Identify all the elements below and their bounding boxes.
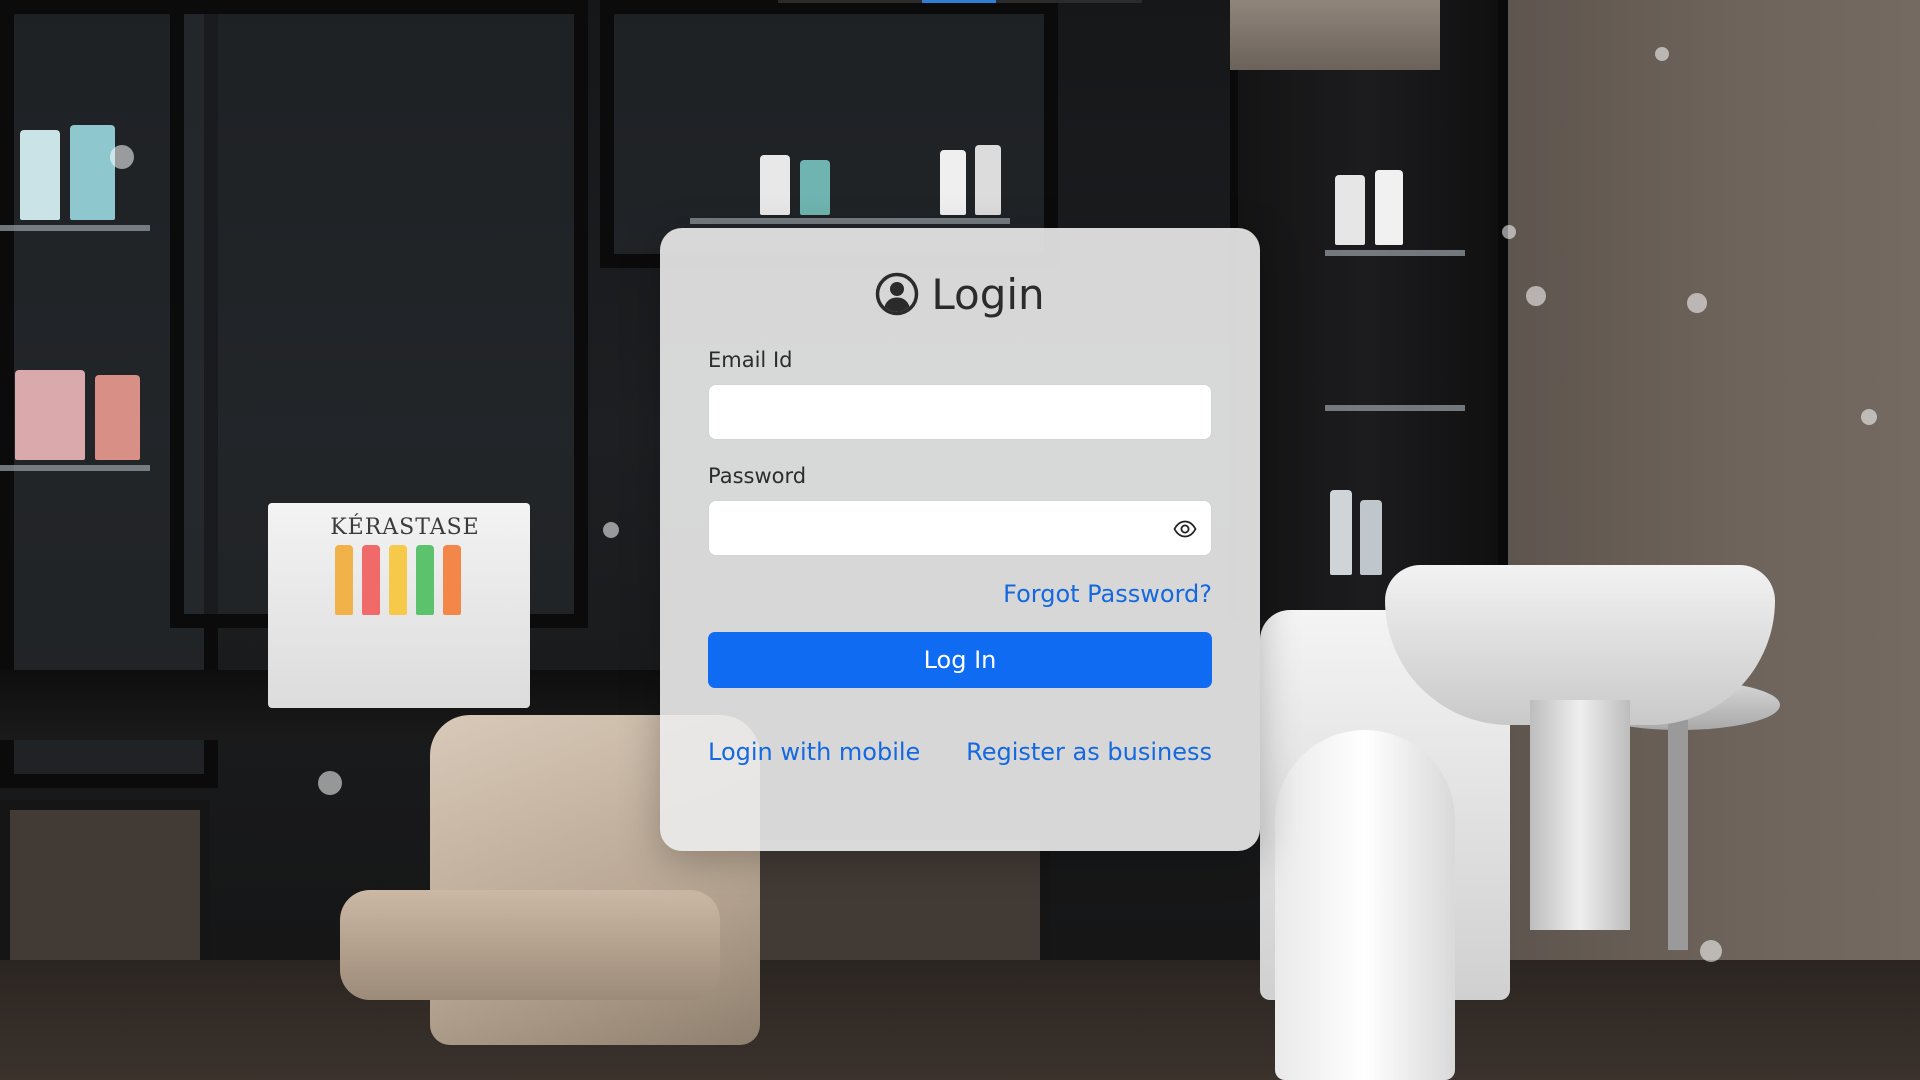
bg-product — [1330, 490, 1352, 575]
login-card: Login Email Id Password Forgot Password?… — [660, 228, 1260, 851]
email-field-box — [708, 384, 1212, 440]
bg-product — [443, 545, 461, 615]
bg-product — [95, 375, 140, 460]
bg-display-brand: KÉRASTASE — [330, 515, 480, 540]
log-in-button[interactable]: Log In — [708, 632, 1212, 688]
bg-product — [20, 130, 60, 220]
bg-stool-post — [1668, 720, 1688, 950]
bg-shelf — [0, 225, 150, 231]
bg-sparkle — [110, 145, 134, 169]
bg-product — [335, 545, 353, 615]
bg-product — [1360, 500, 1382, 575]
email-input[interactable] — [709, 385, 1211, 439]
bg-product — [70, 125, 115, 220]
bg-salon-chair-seat — [340, 890, 720, 1000]
bg-product — [975, 145, 1001, 215]
page: KÉRASTASE Login Email Id Password Forgot… — [0, 0, 1920, 1080]
bg-shelf — [1325, 405, 1465, 411]
login-title: Login — [708, 268, 1212, 320]
alternate-login-links: Login with mobile Register as business — [708, 738, 1212, 766]
forgot-password-link[interactable]: Forgot Password? — [1003, 580, 1212, 608]
bg-sparkle — [1861, 409, 1877, 425]
bg-shelf — [690, 218, 1010, 224]
eye-icon[interactable] — [1171, 515, 1199, 543]
login-title-text: Login — [931, 269, 1045, 319]
register-business-link[interactable]: Register as business — [966, 738, 1212, 766]
bg-product — [15, 370, 85, 460]
bg-shelf — [0, 465, 150, 471]
password-input[interactable] — [709, 501, 1211, 555]
bg-product — [362, 545, 380, 615]
bg-sparkle — [1502, 225, 1516, 239]
email-label: Email Id — [708, 348, 793, 372]
bg-product — [389, 545, 407, 615]
bg-hair-dryer-stand — [1275, 730, 1455, 1080]
bg-sparkle — [1700, 940, 1722, 962]
bg-top-bar-active — [922, 0, 996, 3]
password-field-box — [708, 500, 1212, 556]
bg-product — [760, 155, 790, 215]
bg-sparkle — [318, 771, 342, 795]
bg-product — [416, 545, 434, 615]
login-with-mobile-link[interactable]: Login with mobile — [708, 738, 920, 766]
bg-product — [1335, 175, 1365, 245]
bg-product — [1375, 170, 1403, 245]
bg-product — [800, 160, 830, 215]
bg-shelf — [1325, 250, 1465, 256]
forgot-password-row: Forgot Password? — [708, 580, 1212, 608]
bg-wash-basin-stand — [1530, 700, 1630, 930]
user-circle-icon — [875, 272, 919, 316]
bg-sparkle — [1687, 293, 1707, 313]
bg-sparkle — [1526, 286, 1546, 306]
password-label: Password — [708, 464, 807, 488]
bg-sparkle — [603, 522, 619, 538]
bg-product — [940, 150, 966, 215]
bg-floor — [0, 960, 1920, 1080]
bg-ceiling — [1230, 0, 1440, 70]
bg-sparkle — [1655, 47, 1669, 61]
